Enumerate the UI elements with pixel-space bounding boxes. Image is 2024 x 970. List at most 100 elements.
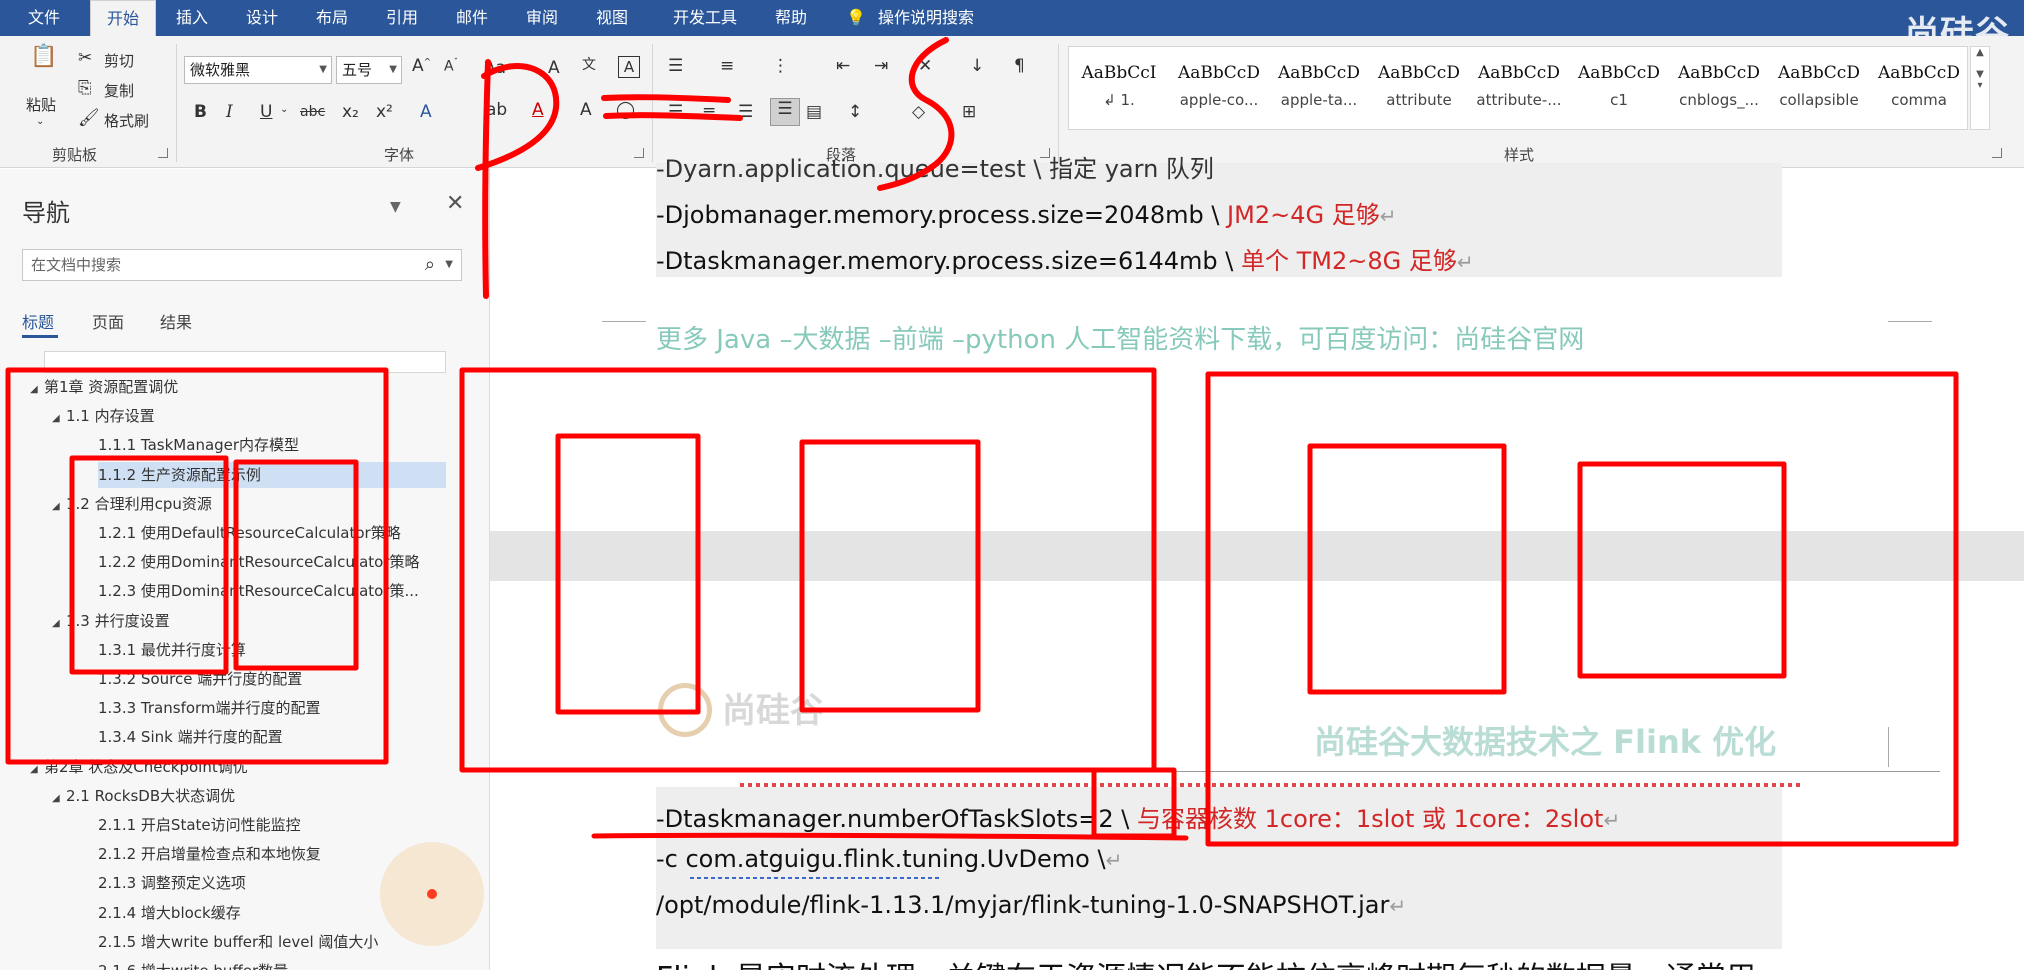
chevron-down-icon[interactable]: ▼: [390, 199, 401, 215]
nav-heading-item[interactable]: 2.1.1 开启State访问性能监控: [98, 812, 301, 838]
expand-triangle-icon[interactable]: ◢: [30, 757, 44, 783]
nav-heading-item[interactable]: 1.1.2 生产资源配置示例: [98, 461, 446, 488]
shading-icon[interactable]: ◇: [912, 102, 925, 122]
tab-file[interactable]: 文件: [8, 0, 80, 36]
cut-button[interactable]: 剪切: [104, 50, 134, 71]
style-item[interactable]: AaBbCcD comma: [1869, 47, 1969, 129]
italic-icon[interactable]: I: [226, 102, 233, 122]
font-color-icon[interactable]: A: [532, 100, 544, 120]
style-item[interactable]: AaBbCcD cnblogs_...: [1669, 47, 1769, 129]
tab-help[interactable]: 帮助: [762, 0, 820, 36]
nav-heading-item[interactable]: ◢ 2.1 RocksDB大状态调优: [52, 783, 235, 809]
grow-font-icon[interactable]: A^: [412, 56, 431, 76]
line-spacing-icon[interactable]: ↕: [848, 102, 862, 122]
nav-heading-item[interactable]: 2.1.5 增大write buffer和 level 阈值大小: [98, 929, 378, 955]
numbering-icon[interactable]: ≡: [720, 56, 734, 76]
tab-insert[interactable]: 插入: [160, 0, 224, 36]
paste-button[interactable]: 粘贴: [26, 94, 56, 115]
decrease-indent-icon[interactable]: ⇤: [836, 56, 850, 76]
nav-heading-item[interactable]: ◢ 1.2 合理利用cpu资源: [52, 491, 212, 517]
tab-mailings[interactable]: 邮件: [440, 0, 504, 36]
styles-scroll[interactable]: ▲ ▼ ▾: [1970, 46, 1990, 130]
enclose-characters-icon[interactable]: ◯: [616, 100, 635, 120]
style-item[interactable]: AaBbCcD attribute: [1369, 47, 1469, 129]
expand-triangle-icon[interactable]: ◢: [52, 406, 66, 432]
nav-heading-item[interactable]: 1.2.3 使用DominantResourceCalculator策...: [98, 578, 419, 604]
superscript-icon[interactable]: x²: [376, 102, 393, 122]
search-icon[interactable]: ⌕: [425, 250, 435, 280]
show-marks-icon[interactable]: ¶: [1014, 56, 1025, 76]
highlight-icon[interactable]: ab: [486, 100, 507, 120]
nav-heading-item[interactable]: 2.1.6 增大write buffer数量: [98, 958, 288, 970]
style-item[interactable]: AaBbCcD c1: [1569, 47, 1669, 129]
nav-heading-item[interactable]: 1.3.2 Source 端并行度的配置: [98, 666, 302, 692]
tab-review[interactable]: 审阅: [510, 0, 574, 36]
distributed-icon[interactable]: ▤: [806, 102, 822, 122]
character-shading-icon[interactable]: A: [580, 100, 592, 120]
nav-heading-item[interactable]: ◢ 1.1 内存设置: [52, 403, 155, 429]
tell-me-search[interactable]: 操作说明搜索: [878, 0, 1002, 36]
nav-heading-item[interactable]: 1.3.1 最优并行度计算: [98, 637, 246, 663]
phonetic-guide-icon[interactable]: 文: [582, 54, 596, 74]
tab-developer[interactable]: 开发工具: [658, 0, 752, 36]
tab-view[interactable]: 视图: [580, 0, 644, 36]
sort-icon[interactable]: ↓: [970, 56, 984, 76]
underline-icon[interactable]: U: [260, 102, 272, 122]
borders-icon[interactable]: ⊞: [962, 102, 976, 122]
nav-heading-item[interactable]: 2.1.2 开启增量检查点和本地恢复: [98, 841, 321, 867]
nav-tab-pages[interactable]: 页面: [92, 309, 124, 333]
justify-icon[interactable]: ☰: [770, 98, 800, 126]
nav-search-input[interactable]: 在文档中搜索 ⌕ ▼: [22, 249, 462, 281]
expand-triangle-icon[interactable]: ◢: [52, 611, 66, 637]
nav-heading-item[interactable]: 2.1.4 增大block缓存: [98, 900, 241, 926]
nav-heading-item[interactable]: 1.1.1 TaskManager内存模型: [98, 432, 299, 458]
nav-heading-item[interactable]: 1.2.1 使用DefaultResourceCalculator策略: [98, 520, 401, 546]
nav-tab-results[interactable]: 结果: [160, 309, 192, 333]
nav-heading-item[interactable]: 1.3.3 Transform端并行度的配置: [98, 695, 321, 721]
multilevel-list-icon[interactable]: ⋮: [772, 56, 789, 76]
bold-icon[interactable]: B: [194, 102, 207, 122]
clipboard-launcher-icon[interactable]: [158, 148, 168, 158]
paste-icon[interactable]: 📋: [24, 44, 64, 82]
tab-design[interactable]: 设计: [230, 0, 294, 36]
format-painter-button[interactable]: 格式刷: [104, 110, 149, 131]
bullets-icon[interactable]: ☰: [668, 56, 683, 76]
font-launcher-icon[interactable]: [634, 148, 644, 158]
font-name-combo[interactable]: 微软雅黑 ▼: [184, 56, 332, 84]
subscript-icon[interactable]: x₂: [342, 102, 359, 122]
tab-references[interactable]: 引用: [370, 0, 434, 36]
style-item[interactable]: AaBbCcD apple-ta...: [1269, 47, 1369, 129]
font-size-combo[interactable]: 五号 ▼: [336, 56, 402, 84]
nav-heading-item[interactable]: 1.2.2 使用DominantResourceCalculator策略: [98, 549, 420, 575]
copy-button[interactable]: 复制: [104, 80, 134, 101]
chinese-layout-icon[interactable]: ✕: [918, 56, 932, 76]
expand-triangle-icon[interactable]: ◢: [52, 494, 66, 520]
clear-format-icon[interactable]: A: [548, 58, 560, 78]
text-effects-icon[interactable]: A: [420, 102, 432, 122]
align-left-icon[interactable]: ☰: [668, 102, 683, 122]
tab-layout[interactable]: 布局: [300, 0, 364, 36]
nav-heading-item[interactable]: ◢ 第2章 状态及Checkpoint调优: [30, 754, 248, 780]
character-border-icon[interactable]: A: [618, 56, 640, 78]
expand-triangle-icon[interactable]: ◢: [52, 786, 66, 812]
change-case-icon[interactable]: Aa: [484, 58, 506, 78]
paste-dropdown-icon[interactable]: ⌄: [36, 116, 44, 127]
styles-launcher-icon[interactable]: [1992, 148, 2002, 158]
nav-heading-item[interactable]: 2.1.3 调整预定义选项: [98, 870, 246, 896]
nav-tab-headings[interactable]: 标题: [22, 309, 54, 333]
nav-heading-item[interactable]: 1.3.4 Sink 端并行度的配置: [98, 724, 283, 750]
strikethrough-icon[interactable]: abc: [300, 104, 325, 120]
nav-heading-item[interactable]: ◢ 1.3 并行度设置: [52, 608, 170, 634]
style-item[interactable]: AaBbCcD apple-co...: [1169, 47, 1269, 129]
align-center-icon[interactable]: ≡: [702, 102, 716, 122]
chevron-down-icon[interactable]: ▼: [445, 250, 453, 280]
expand-triangle-icon[interactable]: ◢: [30, 377, 44, 403]
align-right-icon[interactable]: ☰: [738, 102, 753, 122]
shrink-font-icon[interactable]: Aˇ: [444, 58, 458, 75]
style-item[interactable]: AaBbCcI ↲ 1.: [1069, 47, 1169, 129]
chevron-down-icon[interactable]: ⌄: [280, 104, 288, 115]
style-item[interactable]: AaBbCcD attribute-...: [1469, 47, 1569, 129]
style-item[interactable]: AaBbCcD collapsible: [1769, 47, 1869, 129]
tab-home[interactable]: 开始: [90, 0, 156, 38]
increase-indent-icon[interactable]: ⇥: [874, 56, 888, 76]
